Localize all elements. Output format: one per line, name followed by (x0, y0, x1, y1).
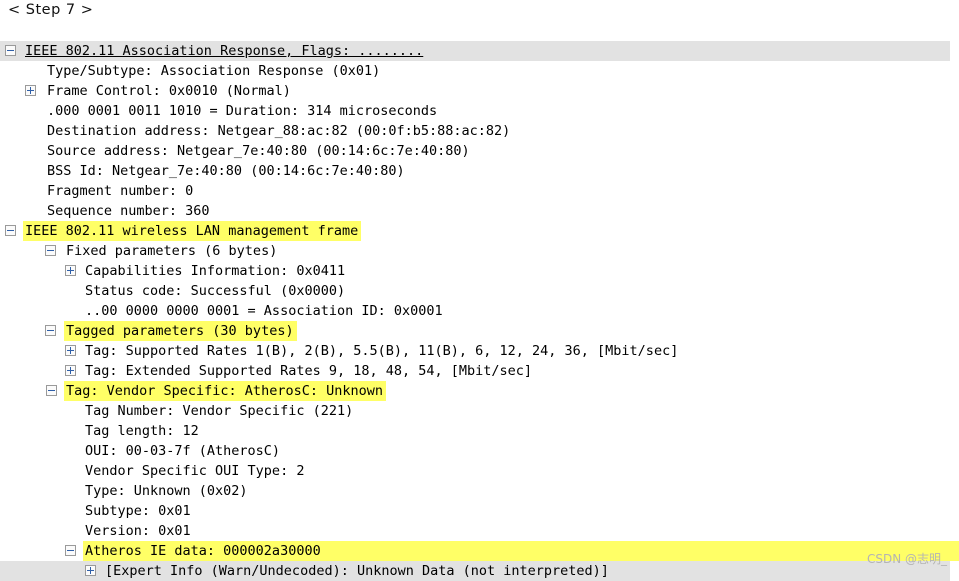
tree-row-label: Status code: Successful (0x0000) (85, 283, 346, 299)
tree-row-label: Version: 0x01 (85, 523, 191, 539)
tree-row-label: Destination address: Netgear_88:ac:82 (0… (47, 123, 511, 139)
expand-icon[interactable] (85, 565, 96, 576)
tree-row-label: Tag: Extended Supported Rates 9, 18, 48,… (85, 363, 533, 379)
tree-row[interactable]: IEEE 802.11 wireless LAN management fram… (0, 221, 959, 241)
tree-row-label: [Expert Info (Warn/Undecoded): Unknown D… (105, 563, 609, 579)
tree-row[interactable]: Frame Control: 0x0010 (Normal) (0, 81, 959, 101)
tree-row-label: BSS Id: Netgear_7e:40:80 (00:14:6c:7e:40… (47, 163, 405, 179)
tree-row[interactable]: Vendor Specific OUI Type: 2 (0, 461, 959, 481)
tree-row-label: Type: Unknown (0x02) (85, 483, 248, 499)
tree-row[interactable]: Tagged parameters (30 bytes) (0, 321, 959, 341)
tree-row[interactable]: Atheros IE data: 000002a30000 (0, 541, 959, 561)
tree-row-label: Type/Subtype: Association Response (0x01… (47, 63, 381, 79)
tree-row[interactable]: Tag length: 12 (0, 421, 959, 441)
tree-row-label: ..00 0000 0000 0001 = Association ID: 0x… (85, 303, 443, 319)
tree-row[interactable]: Capabilities Information: 0x0411 (0, 261, 959, 281)
tree-row[interactable]: Version: 0x01 (0, 521, 959, 541)
tree-row-label: Fragment number: 0 (47, 183, 194, 199)
packet-detail-tree[interactable]: IEEE 802.11 Association Response, Flags:… (0, 41, 959, 581)
tree-row-label: IEEE 802.11 Association Response, Flags:… (25, 43, 424, 59)
collapse-icon[interactable] (46, 385, 57, 396)
tree-row[interactable]: Destination address: Netgear_88:ac:82 (0… (0, 121, 959, 141)
expand-icon[interactable] (65, 365, 76, 376)
expand-icon[interactable] (65, 265, 76, 276)
tree-row-label: Fixed parameters (6 bytes) (66, 243, 278, 259)
tree-row-label: Sequence number: 360 (47, 203, 210, 219)
tree-row[interactable]: Tag Number: Vendor Specific (221) (0, 401, 959, 421)
tree-row[interactable]: Tag: Supported Rates 1(B), 2(B), 5.5(B),… (0, 341, 959, 361)
tree-row[interactable]: Tag: Vendor Specific: AtherosC: Unknown (0, 381, 959, 401)
expand-icon[interactable] (65, 345, 76, 356)
tree-row[interactable]: Type/Subtype: Association Response (0x01… (0, 61, 959, 81)
collapse-icon[interactable] (5, 225, 16, 236)
collapse-icon[interactable] (5, 45, 16, 56)
expand-icon[interactable] (25, 85, 36, 96)
tree-row[interactable]: Sequence number: 360 (0, 201, 959, 221)
collapse-icon[interactable] (45, 245, 56, 256)
tree-row-label: Atheros IE data: 000002a30000 (85, 543, 321, 559)
tree-row[interactable]: Fixed parameters (6 bytes) (0, 241, 959, 261)
tree-row-label: Subtype: 0x01 (85, 503, 191, 519)
collapse-icon[interactable] (45, 325, 56, 336)
step-header: < Step 7 > (8, 2, 94, 18)
collapse-icon[interactable] (65, 545, 76, 556)
tree-row-label: OUI: 00-03-7f (AtherosC) (85, 443, 281, 459)
tree-row-label: Tag: Vendor Specific: AtherosC: Unknown (66, 383, 383, 399)
tree-row[interactable]: Fragment number: 0 (0, 181, 959, 201)
tree-row-label: Tag length: 12 (85, 423, 199, 439)
tree-row[interactable]: [Expert Info (Warn/Undecoded): Unknown D… (0, 561, 959, 581)
tree-row[interactable]: Status code: Successful (0x0000) (0, 281, 959, 301)
tree-row-label: Tag: Supported Rates 1(B), 2(B), 5.5(B),… (85, 343, 679, 359)
tree-row-label: .000 0001 0011 1010 = Duration: 314 micr… (47, 103, 438, 119)
tree-row[interactable]: OUI: 00-03-7f (AtherosC) (0, 441, 959, 461)
tree-row-label: Source address: Netgear_7e:40:80 (00:14:… (47, 143, 470, 159)
tree-row-label: IEEE 802.11 wireless LAN management fram… (25, 223, 359, 239)
tree-row[interactable]: Source address: Netgear_7e:40:80 (00:14:… (0, 141, 959, 161)
tree-row-label: Capabilities Information: 0x0411 (85, 263, 346, 279)
tree-row-label: Tagged parameters (30 bytes) (66, 323, 294, 339)
watermark: CSDN @志明_ (866, 552, 947, 566)
tree-row[interactable]: Subtype: 0x01 (0, 501, 959, 521)
tree-row[interactable]: ..00 0000 0000 0001 = Association ID: 0x… (0, 301, 959, 321)
tree-row[interactable]: Type: Unknown (0x02) (0, 481, 959, 501)
tree-row[interactable]: IEEE 802.11 Association Response, Flags:… (0, 41, 959, 61)
tree-row[interactable]: .000 0001 0011 1010 = Duration: 314 micr… (0, 101, 959, 121)
tree-row[interactable]: Tag: Extended Supported Rates 9, 18, 48,… (0, 361, 959, 381)
tree-row-label: Vendor Specific OUI Type: 2 (85, 463, 305, 479)
tree-row[interactable]: BSS Id: Netgear_7e:40:80 (00:14:6c:7e:40… (0, 161, 959, 181)
tree-row-label: Frame Control: 0x0010 (Normal) (47, 83, 291, 99)
tree-row-label: Tag Number: Vendor Specific (221) (85, 403, 354, 419)
